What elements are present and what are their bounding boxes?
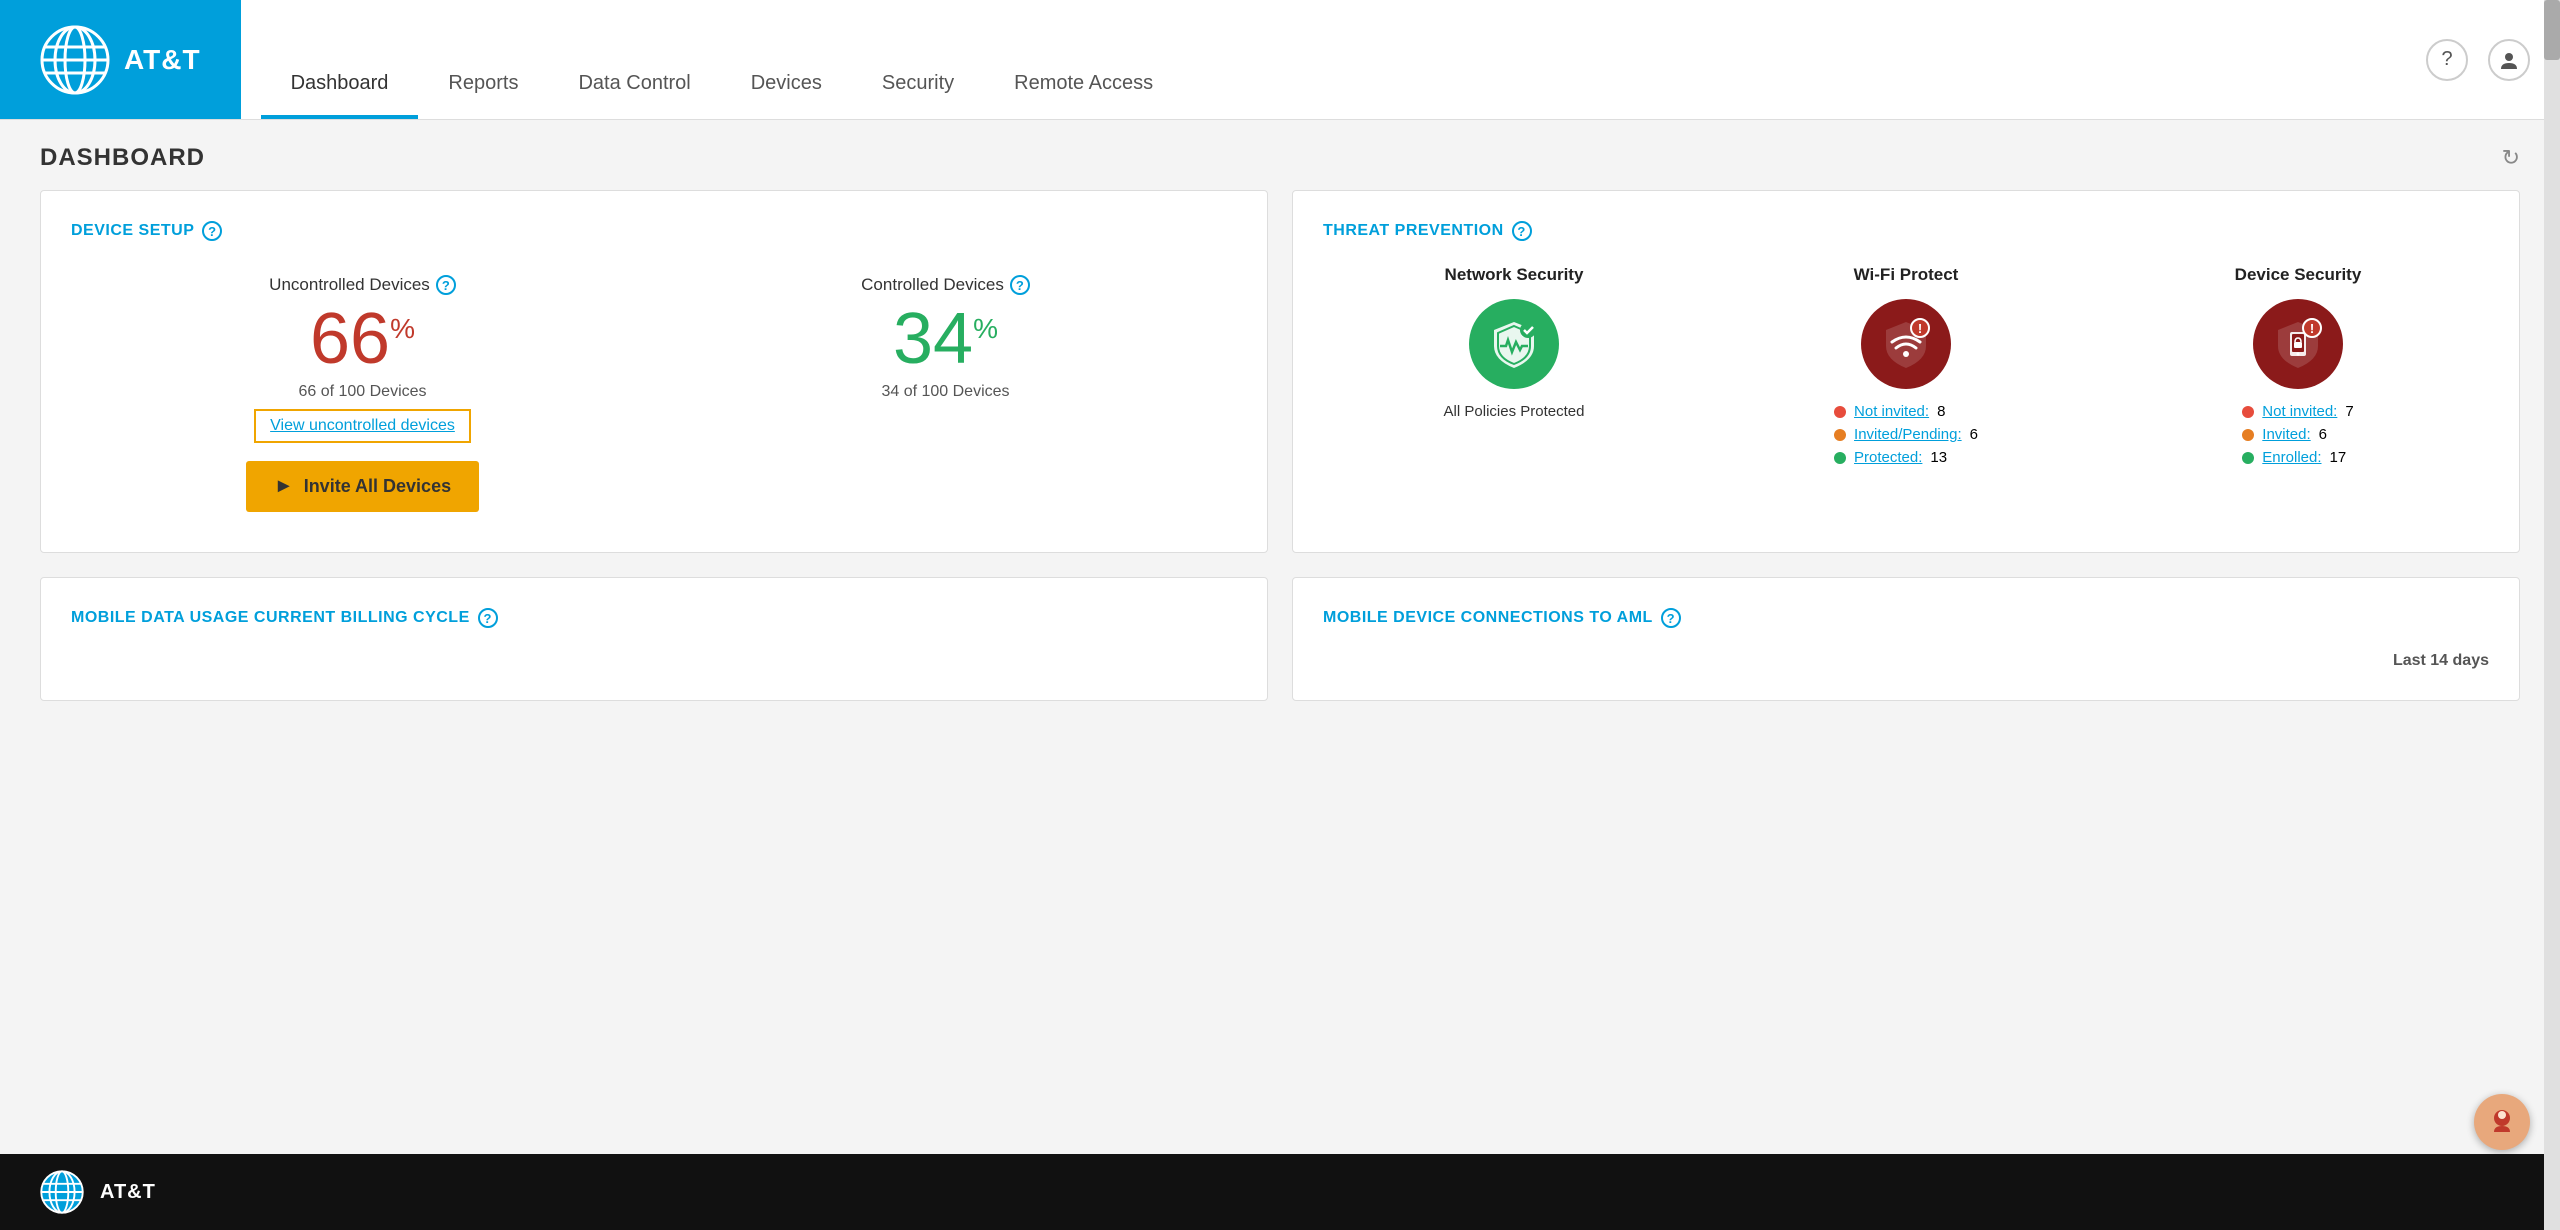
mobile-connections-subtitle: Last 14 days xyxy=(1323,652,2489,670)
uncontrolled-count: 66 of 100 Devices xyxy=(298,383,426,401)
device-setup-help-icon[interactable]: ? xyxy=(202,221,222,241)
wifi-protected-row: Protected: 13 xyxy=(1834,449,1947,466)
header-actions: ? xyxy=(2396,0,2560,119)
footer: AT&T xyxy=(0,1154,2560,1230)
footer-att-logo-icon xyxy=(40,1170,84,1214)
network-security-icon xyxy=(1469,299,1559,389)
device-invited-dot xyxy=(2242,429,2254,441)
main-content: DEVICE SETUP ? Uncontrolled Devices ? 66… xyxy=(0,190,2560,741)
svg-text:!: ! xyxy=(1918,321,1922,336)
wifi-pending-link[interactable]: Invited/Pending: xyxy=(1854,426,1962,443)
nav-tabs: Dashboard Reports Data Control Devices S… xyxy=(261,0,1184,119)
device-setup-content: Uncontrolled Devices ? 66% 66 of 100 Dev… xyxy=(71,265,1237,522)
att-logo-icon xyxy=(40,25,110,95)
invite-arrow-icon: ► xyxy=(274,475,294,498)
brand-area: AT&T xyxy=(0,0,241,119)
wifi-protected-count: 13 xyxy=(1930,449,1947,466)
controlled-label: Controlled Devices ? xyxy=(861,275,1030,295)
wifi-not-invited-dot xyxy=(1834,406,1846,418)
device-enrolled-dot xyxy=(2242,452,2254,464)
view-uncontrolled-link[interactable]: View uncontrolled devices xyxy=(254,409,471,443)
threat-prevention-title: THREAT PREVENTION ? xyxy=(1323,221,2489,241)
device-enrolled-count: 17 xyxy=(2330,449,2347,466)
footer-brand-name: AT&T xyxy=(100,1181,156,1204)
device-setup-title: DEVICE SETUP ? xyxy=(71,221,1237,241)
network-security-col: Network Security All Policies Prote xyxy=(1323,265,1705,466)
wifi-protect-svg: ! xyxy=(1878,316,1934,372)
controlled-help-icon[interactable]: ? xyxy=(1010,275,1030,295)
tab-remote-access[interactable]: Remote Access xyxy=(984,0,1183,119)
wifi-protected-dot xyxy=(1834,452,1846,464)
wifi-protect-col: Wi-Fi Protect ! xyxy=(1715,265,2097,466)
user-button[interactable] xyxy=(2488,39,2530,81)
wifi-protect-icon: ! xyxy=(1861,299,1951,389)
tab-devices[interactable]: Devices xyxy=(721,0,852,119)
mobile-data-help-icon[interactable]: ? xyxy=(478,608,498,628)
refresh-button[interactable]: ↻ xyxy=(2502,145,2520,171)
device-security-svg: ! xyxy=(2270,316,2326,372)
threat-prevention-card: THREAT PREVENTION ? Network Security xyxy=(1292,190,2520,553)
wifi-protect-stats: Not invited: 8 Invited/Pending: 6 Protec… xyxy=(1834,403,1978,466)
mobile-connections-help-icon[interactable]: ? xyxy=(1661,608,1681,628)
uncontrolled-devices-col: Uncontrolled Devices ? 66% 66 of 100 Dev… xyxy=(91,275,634,512)
invite-all-button[interactable]: ► Invite All Devices xyxy=(246,461,479,512)
user-icon xyxy=(2498,49,2520,71)
device-invited-link[interactable]: Invited: xyxy=(2262,426,2310,443)
uncontrolled-label: Uncontrolled Devices ? xyxy=(269,275,456,295)
wifi-pending-dot xyxy=(1834,429,1846,441)
device-enrolled-row: Enrolled: 17 xyxy=(2242,449,2346,466)
threat-prevention-help-icon[interactable]: ? xyxy=(1512,221,1532,241)
controlled-count: 34 of 100 Devices xyxy=(881,383,1009,401)
device-security-title: Device Security xyxy=(2235,265,2362,285)
page-title: DASHBOARD xyxy=(40,144,205,172)
mobile-data-usage-card: MOBILE DATA USAGE CURRENT BILLING CYCLE … xyxy=(40,577,1268,701)
scrollbar-thumb[interactable] xyxy=(2544,0,2560,60)
wifi-not-invited-row: Not invited: 8 xyxy=(1834,403,1945,420)
network-security-svg xyxy=(1486,316,1542,372)
controlled-percent: 34% xyxy=(893,303,998,375)
att-logo: AT&T xyxy=(40,25,201,95)
tab-reports[interactable]: Reports xyxy=(418,0,548,119)
scrollbar-track xyxy=(2544,0,2560,1230)
device-invited-row: Invited: 6 xyxy=(2242,426,2327,443)
device-not-invited-link[interactable]: Not invited: xyxy=(2262,403,2337,420)
tab-security[interactable]: Security xyxy=(852,0,984,119)
device-security-icon: ! xyxy=(2253,299,2343,389)
tab-data-control[interactable]: Data Control xyxy=(548,0,720,119)
device-enrolled-link[interactable]: Enrolled: xyxy=(2262,449,2321,466)
uncontrolled-help-icon[interactable]: ? xyxy=(436,275,456,295)
wifi-not-invited-link[interactable]: Not invited: xyxy=(1854,403,1929,420)
device-invited-count: 6 xyxy=(2319,426,2327,443)
device-not-invited-dot xyxy=(2242,406,2254,418)
device-setup-card: DEVICE SETUP ? Uncontrolled Devices ? 66… xyxy=(40,190,1268,553)
wifi-protected-link[interactable]: Protected: xyxy=(1854,449,1922,466)
mobile-connections-card: MOBILE DEVICE CONNECTIONS TO AML ? Last … xyxy=(1292,577,2520,701)
brand-name: AT&T xyxy=(124,44,201,76)
wifi-not-invited-count: 8 xyxy=(1937,403,1945,420)
device-security-col: Device Security ! xyxy=(2107,265,2489,466)
network-security-status: All Policies Protected xyxy=(1444,403,1585,420)
device-not-invited-count: 7 xyxy=(2345,403,2353,420)
controlled-devices-col: Controlled Devices ? 34% 34 of 100 Devic… xyxy=(674,275,1217,401)
page-header: DASHBOARD ↻ xyxy=(0,120,2560,190)
help-button[interactable]: ? xyxy=(2426,39,2468,81)
mobile-data-title: MOBILE DATA USAGE CURRENT BILLING CYCLE … xyxy=(71,608,1237,628)
wifi-protect-title: Wi-Fi Protect xyxy=(1854,265,1959,285)
threat-prevention-content: Network Security All Policies Prote xyxy=(1323,265,2489,466)
network-security-title: Network Security xyxy=(1445,265,1584,285)
mobile-connections-title: MOBILE DEVICE CONNECTIONS TO AML ? xyxy=(1323,608,2489,628)
chat-avatar-icon xyxy=(2484,1104,2520,1140)
device-security-stats: Not invited: 7 Invited: 6 Enrolled: 17 xyxy=(2242,403,2353,466)
tab-dashboard[interactable]: Dashboard xyxy=(261,0,419,119)
nav-tabs-container: Dashboard Reports Data Control Devices S… xyxy=(241,0,2396,119)
uncontrolled-percent: 66% xyxy=(310,303,415,375)
svg-text:!: ! xyxy=(2310,321,2314,336)
device-not-invited-row: Not invited: 7 xyxy=(2242,403,2353,420)
chat-bubble-button[interactable] xyxy=(2474,1094,2530,1150)
wifi-pending-row: Invited/Pending: 6 xyxy=(1834,426,1978,443)
wifi-pending-count: 6 xyxy=(1970,426,1978,443)
header: AT&T Dashboard Reports Data Control Devi… xyxy=(0,0,2560,120)
